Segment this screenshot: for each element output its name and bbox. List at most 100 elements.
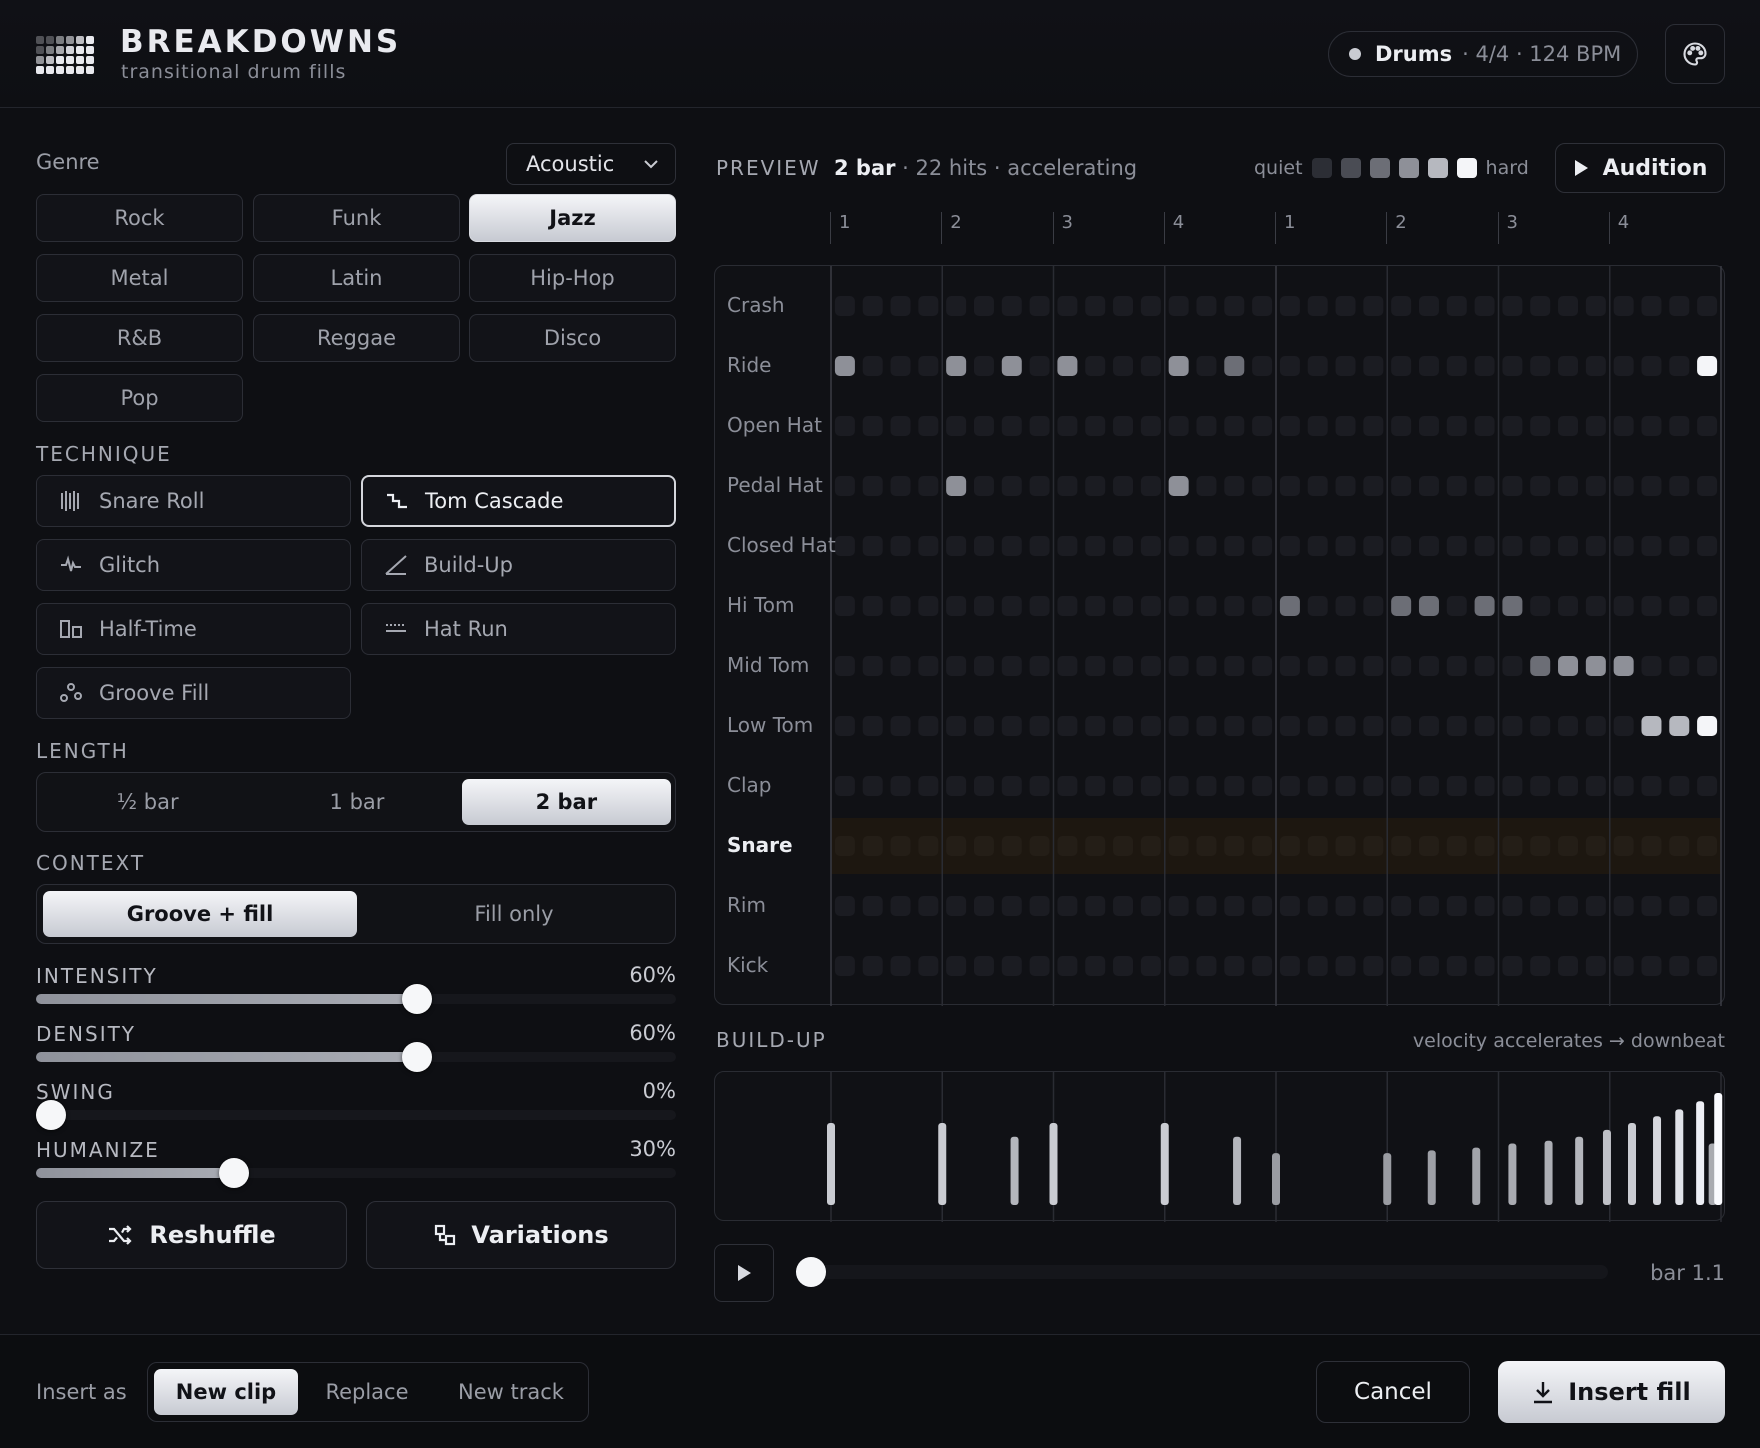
step-cell[interactable] bbox=[1558, 536, 1579, 556]
step-cell[interactable] bbox=[1029, 896, 1050, 916]
step-cell[interactable] bbox=[834, 896, 855, 916]
step-cell[interactable] bbox=[973, 836, 994, 856]
step-cell[interactable] bbox=[1252, 776, 1273, 796]
step-cell[interactable] bbox=[1029, 536, 1050, 556]
step-cell[interactable] bbox=[973, 896, 994, 916]
step-cell[interactable] bbox=[1252, 836, 1273, 856]
step-cell[interactable] bbox=[1252, 296, 1273, 316]
step-cell[interactable] bbox=[1196, 356, 1217, 376]
step-cell[interactable] bbox=[1474, 356, 1495, 376]
step-cell[interactable] bbox=[890, 476, 911, 496]
step-cell[interactable] bbox=[1418, 416, 1439, 436]
length-option-1-bar[interactable]: 1 bar bbox=[252, 779, 461, 825]
step-cell[interactable] bbox=[862, 776, 883, 796]
step-cell[interactable] bbox=[1335, 476, 1356, 496]
step-hit[interactable] bbox=[1502, 596, 1523, 616]
transport-play-button[interactable] bbox=[714, 1244, 774, 1302]
step-cell[interactable] bbox=[862, 716, 883, 736]
step-cell[interactable] bbox=[918, 416, 939, 436]
step-cell[interactable] bbox=[1613, 356, 1634, 376]
step-cell[interactable] bbox=[890, 536, 911, 556]
step-cell[interactable] bbox=[1168, 896, 1189, 916]
step-cell[interactable] bbox=[1196, 956, 1217, 976]
step-hit[interactable] bbox=[1474, 596, 1495, 616]
step-cell[interactable] bbox=[1418, 356, 1439, 376]
track-indicator[interactable]: Drums · 4/4 · 124 BPM bbox=[1328, 31, 1638, 77]
step-cell[interactable] bbox=[834, 656, 855, 676]
step-cell[interactable] bbox=[918, 656, 939, 676]
step-cell[interactable] bbox=[1196, 296, 1217, 316]
step-cell[interactable] bbox=[862, 956, 883, 976]
step-cell[interactable] bbox=[1502, 296, 1523, 316]
step-cell[interactable] bbox=[1307, 956, 1328, 976]
step-cell[interactable] bbox=[946, 956, 967, 976]
step-cell[interactable] bbox=[1029, 776, 1050, 796]
step-cell[interactable] bbox=[1446, 416, 1467, 436]
step-cell[interactable] bbox=[1418, 656, 1439, 676]
step-cell[interactable] bbox=[1446, 836, 1467, 856]
step-cell[interactable] bbox=[1057, 596, 1078, 616]
step-cell[interactable] bbox=[1224, 536, 1245, 556]
step-hit[interactable] bbox=[1585, 656, 1606, 676]
step-cell[interactable] bbox=[946, 656, 967, 676]
step-cell[interactable] bbox=[1558, 716, 1579, 736]
step-cell[interactable] bbox=[1502, 416, 1523, 436]
step-cell[interactable] bbox=[834, 296, 855, 316]
step-cell[interactable] bbox=[1001, 776, 1022, 796]
step-cell[interactable] bbox=[1641, 536, 1662, 556]
step-cell[interactable] bbox=[1224, 896, 1245, 916]
step-cell[interactable] bbox=[1307, 896, 1328, 916]
step-cell[interactable] bbox=[1057, 716, 1078, 736]
step-cell[interactable] bbox=[1279, 536, 1300, 556]
step-cell[interactable] bbox=[1502, 896, 1523, 916]
step-cell[interactable] bbox=[1335, 356, 1356, 376]
step-cell[interactable] bbox=[1418, 836, 1439, 856]
step-cell[interactable] bbox=[973, 476, 994, 496]
step-cell[interactable] bbox=[1697, 476, 1718, 496]
step-cell[interactable] bbox=[862, 836, 883, 856]
step-cell[interactable] bbox=[918, 296, 939, 316]
step-cell[interactable] bbox=[973, 956, 994, 976]
step-cell[interactable] bbox=[1669, 536, 1690, 556]
step-cell[interactable] bbox=[1113, 896, 1134, 916]
step-cell[interactable] bbox=[1196, 776, 1217, 796]
step-cell[interactable] bbox=[1335, 896, 1356, 916]
step-cell[interactable] bbox=[834, 476, 855, 496]
step-cell[interactable] bbox=[1168, 776, 1189, 796]
insert-option-new-track[interactable]: New track bbox=[436, 1369, 586, 1415]
step-cell[interactable] bbox=[1558, 416, 1579, 436]
step-cell[interactable] bbox=[1307, 476, 1328, 496]
step-cell[interactable] bbox=[1279, 896, 1300, 916]
step-cell[interactable] bbox=[834, 716, 855, 736]
step-cell[interactable] bbox=[1140, 896, 1161, 916]
step-cell[interactable] bbox=[1335, 416, 1356, 436]
step-cell[interactable] bbox=[946, 896, 967, 916]
slider-thumb[interactable] bbox=[219, 1158, 249, 1188]
step-cell[interactable] bbox=[862, 596, 883, 616]
step-cell[interactable] bbox=[1363, 956, 1384, 976]
step-cell[interactable] bbox=[834, 596, 855, 616]
step-cell[interactable] bbox=[1641, 416, 1662, 436]
step-cell[interactable] bbox=[1391, 956, 1412, 976]
step-cell[interactable] bbox=[1697, 536, 1718, 556]
step-cell[interactable] bbox=[1029, 356, 1050, 376]
step-cell[interactable] bbox=[1474, 956, 1495, 976]
step-cell[interactable] bbox=[1558, 776, 1579, 796]
step-hit[interactable] bbox=[1168, 476, 1189, 496]
genre-chip-latin[interactable]: Latin bbox=[253, 254, 460, 302]
step-cell[interactable] bbox=[1029, 656, 1050, 676]
step-cell[interactable] bbox=[1307, 596, 1328, 616]
step-cell[interactable] bbox=[1335, 296, 1356, 316]
technique-build-up[interactable]: Build-Up bbox=[361, 539, 676, 591]
step-cell[interactable] bbox=[1530, 956, 1551, 976]
insert-fill-button[interactable]: Insert fill bbox=[1498, 1361, 1725, 1423]
step-cell[interactable] bbox=[1001, 296, 1022, 316]
step-cell[interactable] bbox=[1113, 356, 1134, 376]
step-cell[interactable] bbox=[1140, 656, 1161, 676]
step-cell[interactable] bbox=[890, 956, 911, 976]
step-cell[interactable] bbox=[1224, 656, 1245, 676]
step-cell[interactable] bbox=[1001, 836, 1022, 856]
step-cell[interactable] bbox=[1085, 596, 1106, 616]
step-cell[interactable] bbox=[1335, 656, 1356, 676]
step-cell[interactable] bbox=[1613, 476, 1634, 496]
